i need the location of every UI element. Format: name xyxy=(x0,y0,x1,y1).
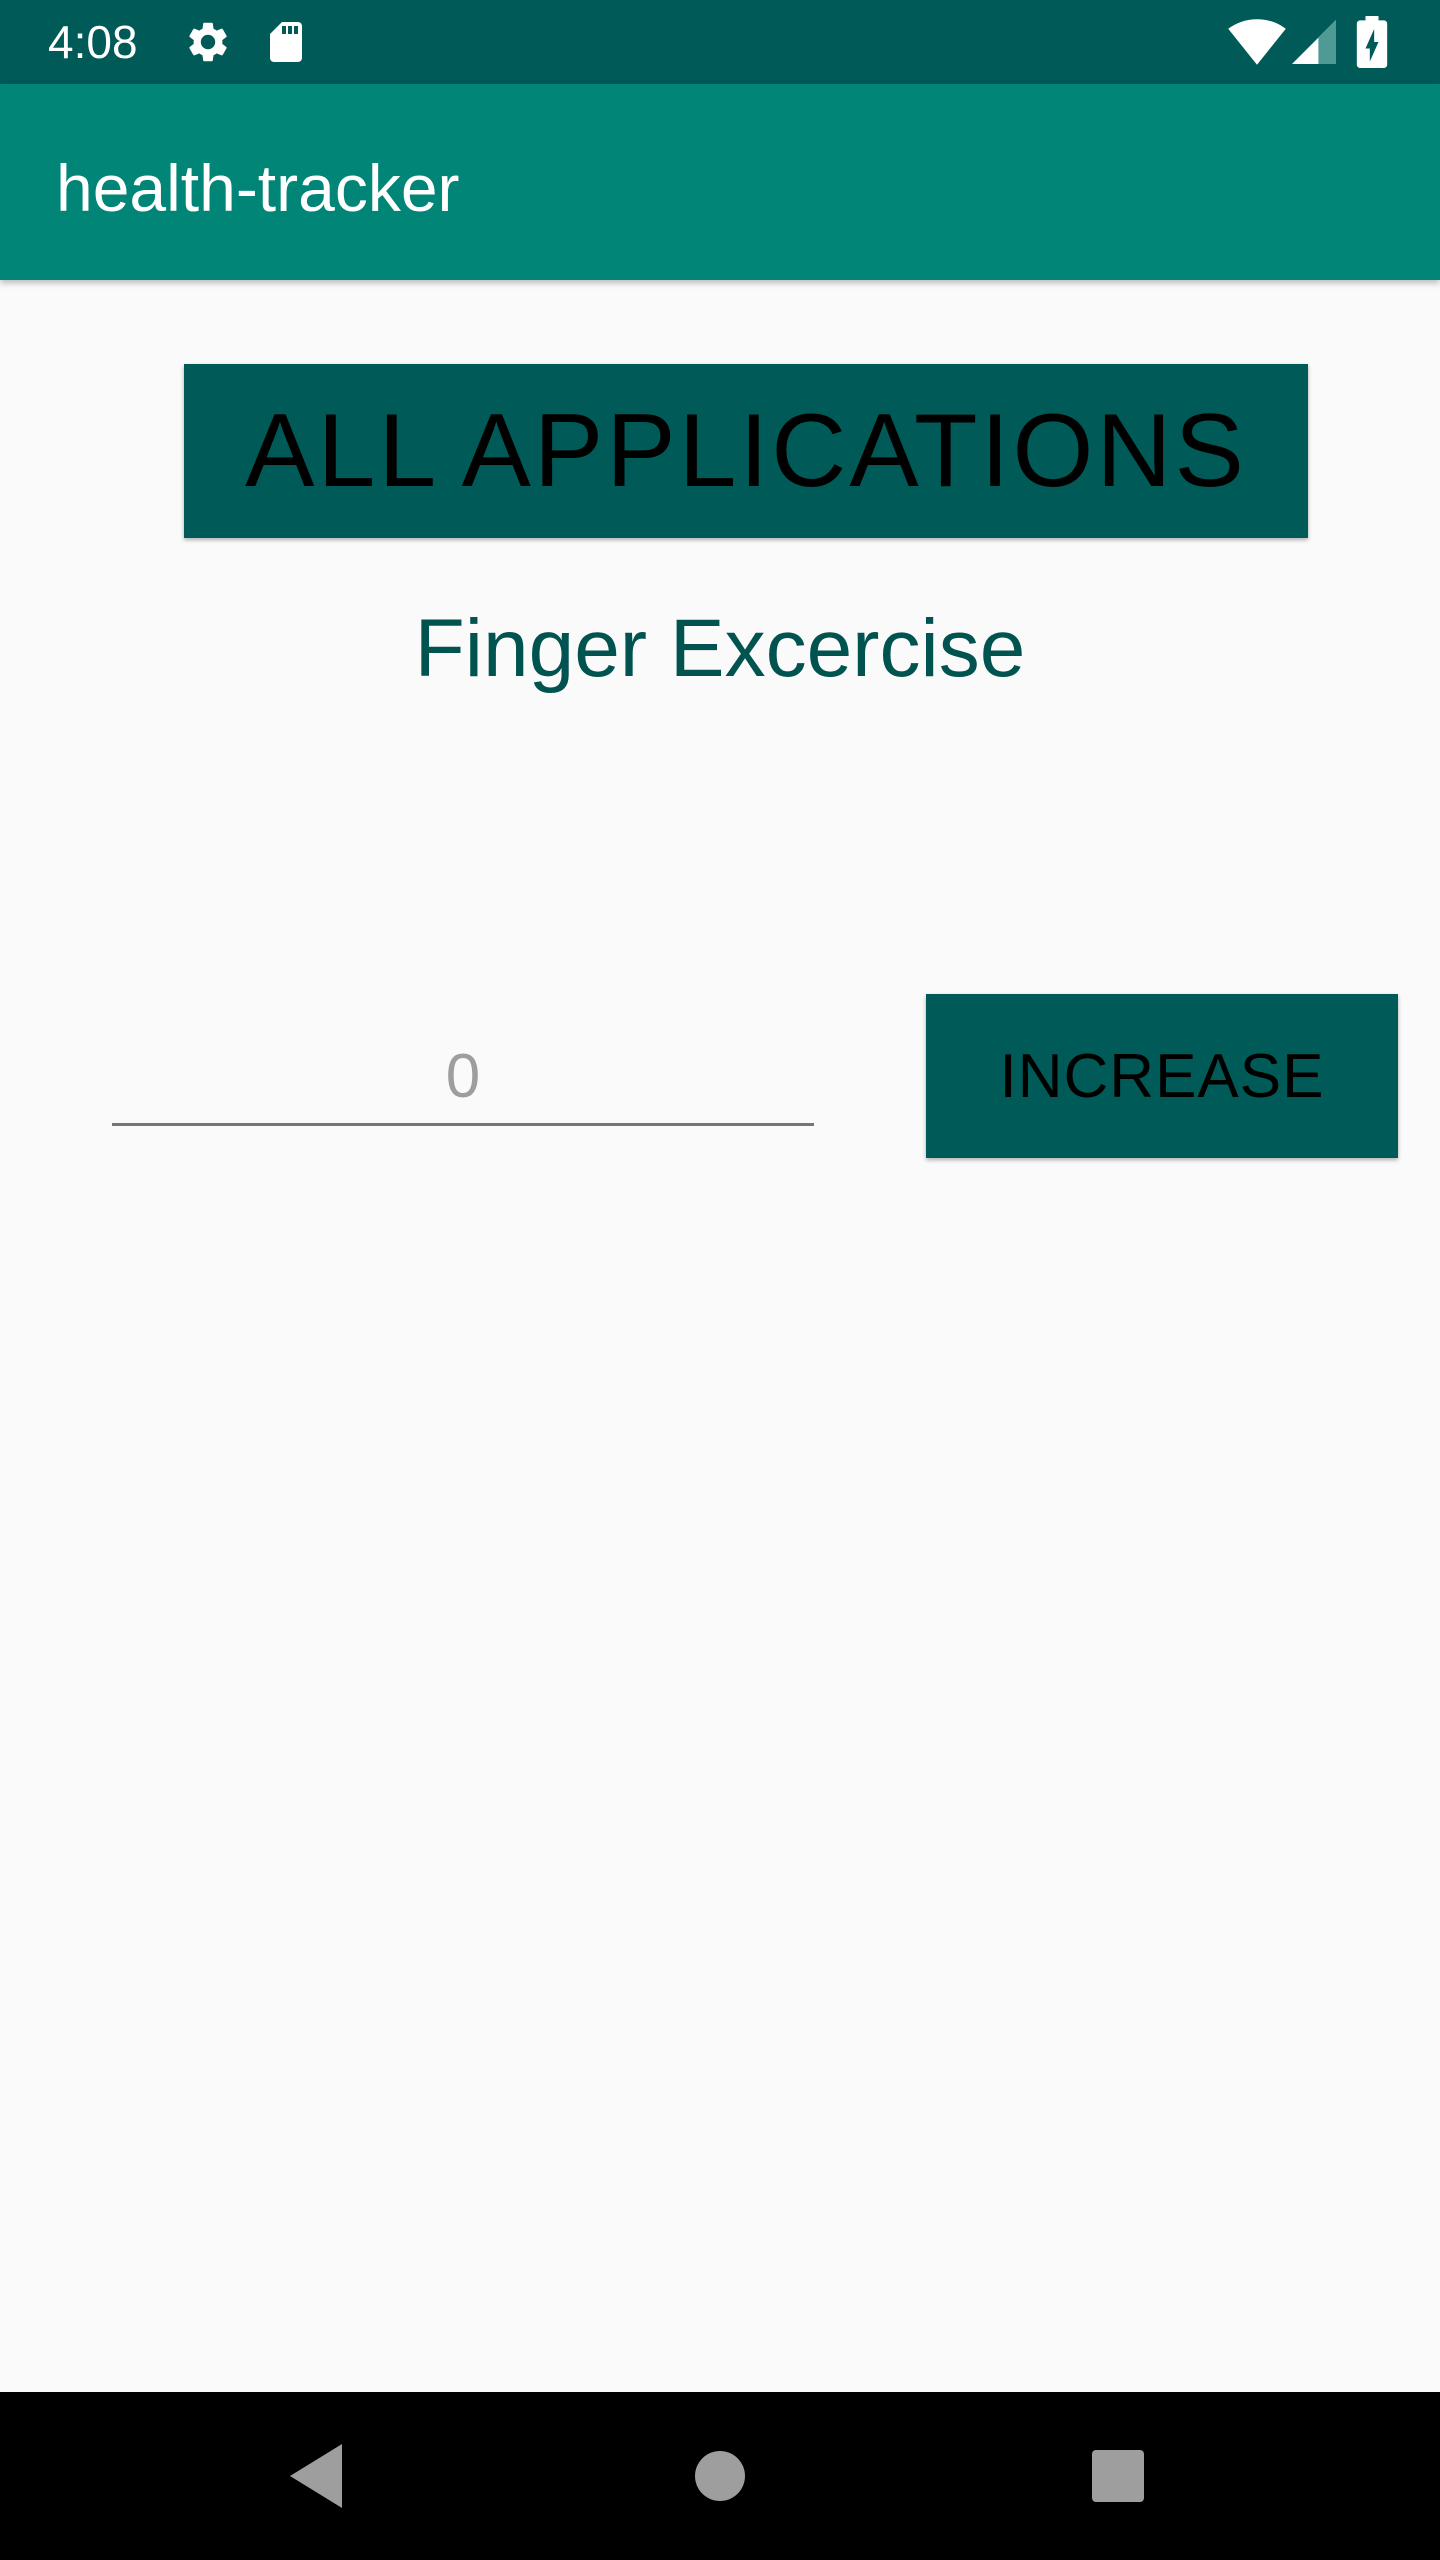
all-applications-button[interactable]: ALL APPLICATIONS xyxy=(184,364,1308,538)
app-bar: health-tracker xyxy=(0,84,1440,280)
app-title: health-tracker xyxy=(56,151,460,225)
count-input[interactable] xyxy=(112,1030,814,1126)
back-icon[interactable] xyxy=(278,2436,358,2516)
recents-icon[interactable] xyxy=(1078,2436,1158,2516)
screen: 4:08 health-tracker ALL APPLICATIONS Fin… xyxy=(0,0,1440,2560)
wifi-icon xyxy=(1228,18,1286,66)
status-bar: 4:08 xyxy=(0,0,1440,84)
home-icon[interactable] xyxy=(680,2436,760,2516)
nav-bar xyxy=(0,2392,1440,2560)
exercise-title: Finger Excercise xyxy=(414,603,1026,694)
sd-card-icon xyxy=(262,18,310,66)
settings-icon xyxy=(184,18,232,66)
battery-charging-icon xyxy=(1352,16,1392,68)
signal-icon xyxy=(1292,18,1336,66)
status-time: 4:08 xyxy=(48,16,138,68)
increase-button[interactable]: INCREASE xyxy=(926,994,1398,1158)
